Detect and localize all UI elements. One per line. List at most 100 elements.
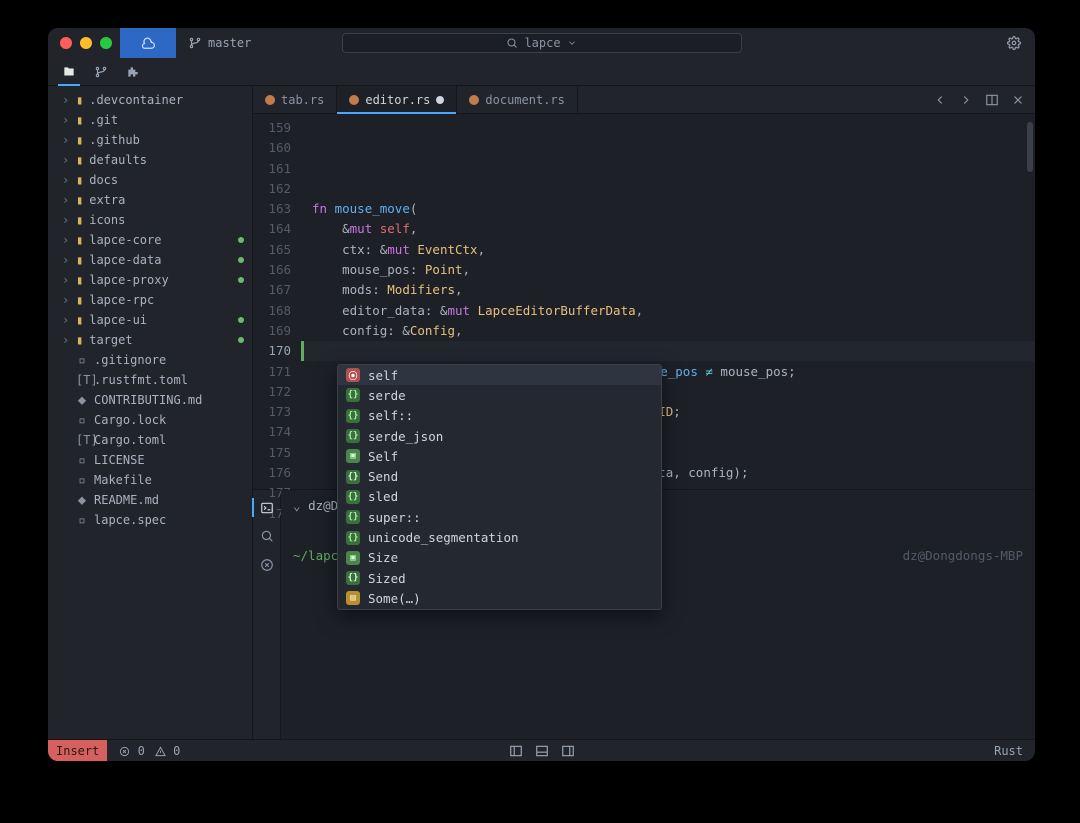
- explorer-tab[interactable]: [62, 64, 76, 79]
- completion-item[interactable]: {}sled: [338, 487, 661, 507]
- completion-label: serde: [368, 388, 406, 403]
- folder-item[interactable]: ›▮icons: [48, 210, 252, 230]
- line-number: 161: [253, 159, 291, 179]
- completion-item[interactable]: {}serde_json: [338, 426, 661, 446]
- file-item[interactable]: ▫Makefile: [48, 470, 252, 490]
- completion-item[interactable]: {}Send: [338, 466, 661, 486]
- file-item[interactable]: ▫lapce.spec: [48, 510, 252, 530]
- file-item[interactable]: ▫.gitignore: [48, 350, 252, 370]
- line-number: 170: [253, 341, 291, 361]
- plugins-tab[interactable]: [126, 64, 140, 79]
- file-item[interactable]: [T]Cargo.toml: [48, 430, 252, 450]
- completion-item[interactable]: {}super::: [338, 507, 661, 527]
- language-mode[interactable]: Rust: [982, 744, 1035, 758]
- folder-label: lapce-data: [89, 253, 161, 267]
- chevron-right-icon: ›: [62, 173, 70, 187]
- folder-icon: ▮: [76, 313, 83, 327]
- folder-item[interactable]: ›▮extra: [48, 190, 252, 210]
- folder-item[interactable]: ›▮defaults: [48, 150, 252, 170]
- folder-item[interactable]: ›▮.git: [48, 110, 252, 130]
- editor-tab[interactable]: editor.rs: [337, 86, 457, 113]
- file-label: Cargo.toml: [94, 433, 166, 447]
- completion-item[interactable]: ▣Size: [338, 548, 661, 568]
- line-number: 173: [253, 402, 291, 422]
- settings-button[interactable]: [1001, 36, 1027, 51]
- problems-panel-tab[interactable]: [260, 557, 274, 572]
- line-number: 166: [253, 260, 291, 280]
- file-label: .rustfmt.toml: [94, 373, 188, 387]
- folder-icon: ▮: [76, 153, 83, 167]
- source-control-tab[interactable]: [94, 64, 108, 79]
- completion-item[interactable]: {}unicode_segmentation: [338, 527, 661, 547]
- file-item[interactable]: ▫LICENSE: [48, 450, 252, 470]
- terminal-panel-tab[interactable]: [260, 500, 274, 515]
- folder-item[interactable]: ›▮lapce-core: [48, 230, 252, 250]
- file-item[interactable]: ▫Cargo.lock: [48, 410, 252, 430]
- completion-kind-icon: ▤: [346, 591, 360, 605]
- code-line: mods: Modifiers,: [312, 280, 1035, 300]
- remote-connect-button[interactable]: [120, 28, 176, 58]
- completion-item[interactable]: ⦿self: [338, 365, 661, 385]
- toggle-primary-sidebar[interactable]: [509, 743, 523, 758]
- file-item[interactable]: ⬥README.md: [48, 490, 252, 510]
- maximize-window-button[interactable]: [100, 37, 112, 49]
- split-editor-button[interactable]: [985, 92, 999, 107]
- puzzle-icon: [126, 65, 140, 79]
- folder-item[interactable]: ›▮lapce-rpc: [48, 290, 252, 310]
- file-icon: ⬥: [76, 493, 88, 508]
- completion-item[interactable]: ▣Self: [338, 446, 661, 466]
- file-icon: ⬥: [76, 393, 88, 408]
- warning-icon: [155, 746, 166, 757]
- line-number: 163: [253, 199, 291, 219]
- search-panel-tab[interactable]: [260, 529, 274, 544]
- code-line: editor_data: &mut LapceEditorBufferData,: [312, 301, 1035, 321]
- completion-label: Some(…): [368, 591, 421, 606]
- rust-icon: [469, 95, 479, 105]
- folder-item[interactable]: ›▮target: [48, 330, 252, 350]
- folder-item[interactable]: ›▮.github: [48, 130, 252, 150]
- tab-label: editor.rs: [365, 93, 430, 107]
- folder-item[interactable]: ›▮lapce-proxy: [48, 270, 252, 290]
- folder-item[interactable]: ›▮.devcontainer: [48, 90, 252, 110]
- folder-icon: ▮: [76, 193, 83, 207]
- diagnostics-summary[interactable]: 0 0: [107, 744, 192, 758]
- editor-tab[interactable]: document.rs: [457, 86, 577, 113]
- error-icon: [260, 558, 274, 572]
- vcs-branch-indicator[interactable]: master: [176, 36, 263, 50]
- file-item[interactable]: ⬥CONTRIBUTING.md: [48, 390, 252, 410]
- close-window-button[interactable]: [60, 37, 72, 49]
- folder-label: .git: [89, 113, 118, 127]
- toggle-secondary-sidebar[interactable]: [561, 743, 575, 758]
- toggle-bottom-panel[interactable]: [535, 743, 549, 758]
- completion-item[interactable]: {}serde: [338, 385, 661, 405]
- line-number: 159: [253, 118, 291, 138]
- folder-item[interactable]: ›▮lapce-data: [48, 250, 252, 270]
- chevron-right-icon: ›: [62, 153, 70, 167]
- nav-back-button[interactable]: [933, 92, 947, 107]
- code-line: mouse_pos: Point,: [312, 260, 1035, 280]
- editor-tab[interactable]: tab.rs: [253, 86, 337, 113]
- chevron-right-icon: [959, 93, 973, 107]
- file-icon: ▫: [76, 453, 88, 467]
- chevron-right-icon: ›: [62, 113, 70, 127]
- completion-item[interactable]: {}Sized: [338, 568, 661, 588]
- line-number: 162: [253, 179, 291, 199]
- close-editor-button[interactable]: [1011, 92, 1025, 107]
- line-number: 175: [253, 443, 291, 463]
- chevron-right-icon: ›: [62, 293, 70, 307]
- completion-kind-icon: ▣: [346, 449, 360, 463]
- code-editor[interactable]: 1591601611621631641651661671681691701711…: [253, 114, 1035, 489]
- folder-item[interactable]: ›▮docs: [48, 170, 252, 190]
- folder-item[interactable]: ›▮lapce-ui: [48, 310, 252, 330]
- vim-mode-indicator[interactable]: Insert: [48, 740, 107, 761]
- warning-count: 0: [155, 744, 180, 758]
- completion-kind-icon: {}: [346, 429, 360, 443]
- completion-item[interactable]: ▤ Some(…): [338, 588, 661, 608]
- scrollbar-thumb[interactable]: [1027, 122, 1033, 172]
- git-branch-icon: [188, 36, 202, 50]
- nav-forward-button[interactable]: [959, 92, 973, 107]
- minimize-window-button[interactable]: [80, 37, 92, 49]
- completion-item[interactable]: {}self::: [338, 406, 661, 426]
- command-palette-input[interactable]: lapce: [342, 33, 742, 53]
- file-item[interactable]: [T].rustfmt.toml: [48, 370, 252, 390]
